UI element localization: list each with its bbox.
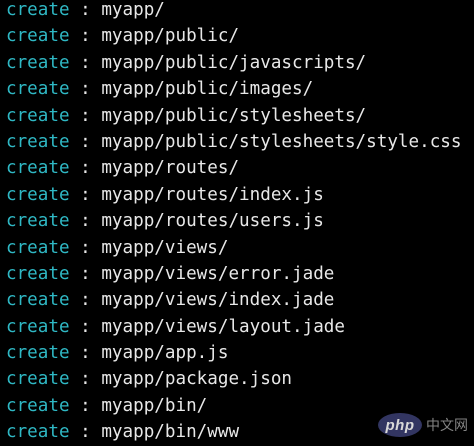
line-path: myapp/views/index.jade — [101, 290, 335, 311]
line-verb: create — [6, 52, 70, 73]
line-separator: : — [69, 422, 102, 443]
line-path: myapp/routes/ — [101, 158, 240, 179]
line-verb: create — [6, 131, 70, 152]
line-verb: create — [6, 211, 70, 232]
terminal-line: create : myapp/views/error.jade — [6, 261, 461, 287]
line-path: myapp/ — [101, 0, 165, 20]
line-separator: : — [69, 290, 102, 311]
terminal-line: create : myapp/app.js — [6, 340, 461, 366]
line-separator: : — [69, 79, 102, 100]
line-path: myapp/public/stylesheets/ — [101, 105, 367, 126]
line-separator: : — [69, 158, 102, 179]
line-verb: create — [6, 316, 70, 337]
line-path: myapp/public/javascripts/ — [101, 52, 367, 73]
line-path: myapp/package.json — [101, 369, 293, 390]
line-verb: create — [6, 26, 70, 47]
line-path: myapp/views/layout.jade — [101, 316, 345, 337]
line-path: myapp/bin/www — [101, 422, 240, 443]
line-verb: create — [6, 422, 70, 443]
line-verb: create — [6, 184, 70, 205]
line-verb: create — [6, 105, 70, 126]
terminal-line: create : myapp/public/images/ — [6, 76, 461, 102]
line-path: myapp/views/error.jade — [101, 263, 335, 284]
line-separator: : — [69, 237, 102, 258]
line-path: myapp/public/ — [101, 26, 240, 47]
line-separator: : — [69, 343, 102, 364]
terminal-line: create : myapp/routes/ — [6, 155, 461, 181]
php-logo: php — [378, 413, 422, 437]
line-path: myapp/bin/ — [101, 395, 208, 416]
line-path: myapp/routes/users.js — [101, 211, 324, 232]
line-separator: : — [69, 105, 102, 126]
terminal-line: create : myapp/views/index.jade — [6, 287, 461, 313]
terminal-line: create : myapp/public/stylesheets/style.… — [6, 129, 461, 155]
line-verb: create — [6, 343, 70, 364]
line-separator: : — [69, 131, 102, 152]
terminal-line: create : myapp/package.json — [6, 366, 461, 392]
line-verb: create — [6, 79, 70, 100]
line-separator: : — [69, 211, 102, 232]
line-separator: : — [69, 184, 102, 205]
terminal-line: create : myapp/public/javascripts/ — [6, 50, 461, 76]
terminal-line: create : myapp/ — [6, 0, 461, 23]
line-separator: : — [69, 263, 102, 284]
line-path: myapp/app.js — [101, 343, 229, 364]
line-path: myapp/views/ — [101, 237, 229, 258]
line-separator: : — [69, 0, 102, 20]
line-separator: : — [69, 316, 102, 337]
terminal-line: create : myapp/public/ — [6, 23, 461, 49]
terminal-line: create : myapp/routes/users.js — [6, 208, 461, 234]
line-separator: : — [69, 395, 102, 416]
line-path: myapp/public/images/ — [101, 79, 314, 100]
line-verb: create — [6, 158, 70, 179]
watermark-site-text: 中文网 — [426, 418, 468, 434]
line-separator: : — [69, 52, 102, 73]
line-path: myapp/public/stylesheets/style.css — [101, 131, 462, 152]
line-verb: create — [6, 0, 70, 20]
terminal-line: create : myapp/views/ — [6, 235, 461, 261]
line-verb: create — [6, 237, 70, 258]
terminal-line: create : myapp/routes/index.js — [6, 182, 461, 208]
terminal-window: create : myapp/ create : myapp/public/ c… — [0, 0, 474, 446]
line-path: myapp/routes/index.js — [101, 184, 324, 205]
line-verb: create — [6, 395, 70, 416]
site-watermark: php 中文网 — [378, 413, 468, 437]
terminal-line: create : myapp/public/stylesheets/ — [6, 103, 461, 129]
terminal-line: create : myapp/views/layout.jade — [6, 314, 461, 340]
line-separator: : — [69, 26, 102, 47]
line-verb: create — [6, 263, 70, 284]
line-verb: create — [6, 290, 70, 311]
php-logo-text: php — [385, 416, 415, 434]
line-separator: : — [69, 369, 102, 390]
line-verb: create — [6, 369, 70, 390]
terminal-output: create : myapp/ create : myapp/public/ c… — [6, 0, 461, 446]
